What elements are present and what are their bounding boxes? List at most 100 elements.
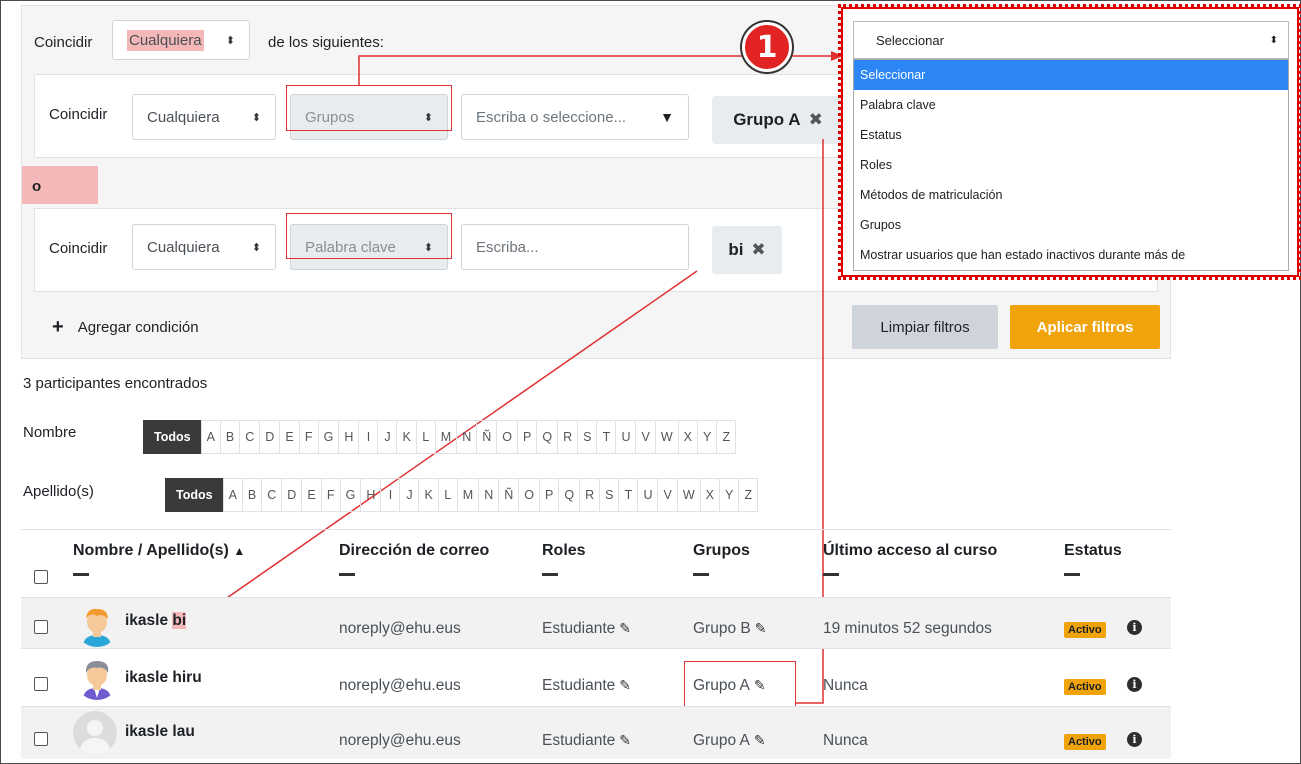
option-enrolment-methods[interactable]: Métodos de matriculación — [854, 180, 1288, 210]
last-name-initial-letter[interactable]: Z — [738, 478, 759, 512]
header-roles[interactable]: Roles — [542, 542, 586, 560]
pencil-icon: ✎ — [619, 677, 631, 693]
user-role[interactable]: Estudiante ✎ — [542, 732, 631, 750]
last-name-initial-letter[interactable]: C — [261, 478, 283, 512]
user-group[interactable]: Grupo A ✎ — [693, 677, 766, 695]
row-checkbox[interactable] — [34, 732, 48, 746]
first-name-initial-letter[interactable]: Q — [536, 420, 559, 454]
filter-type-dropdown[interactable]: Seleccionar ⬍ Seleccionar Palabra clave … — [838, 4, 1301, 280]
last-name-initial-letter[interactable]: D — [281, 478, 303, 512]
last-name-initial-letter[interactable]: S — [599, 478, 620, 512]
option-status[interactable]: Estatus — [854, 120, 1288, 150]
first-name-initial-letter[interactable]: Z — [716, 420, 737, 454]
last-name-initial-letter[interactable]: Q — [558, 478, 581, 512]
info-icon[interactable]: i — [1127, 732, 1142, 747]
row-divider — [21, 648, 1171, 649]
collapse-icon[interactable] — [73, 573, 89, 576]
row-checkbox[interactable] — [34, 620, 48, 634]
last-name-initial-letter[interactable]: Y — [718, 478, 740, 512]
last-name-initial-letter[interactable]: W — [676, 478, 701, 512]
option-inactive[interactable]: Mostrar usuarios que han estado inactivo… — [854, 240, 1288, 270]
header-email[interactable]: Dirección de correo — [339, 542, 489, 560]
last-name-initial-letter[interactable]: O — [518, 478, 540, 512]
last-name-initial-letter[interactable]: M — [456, 478, 480, 512]
first-name-initial-letter[interactable]: P — [517, 420, 538, 454]
first-name-initial-letter[interactable]: Y — [696, 420, 718, 454]
user-role[interactable]: Estudiante ✎ — [542, 677, 631, 695]
user-email: noreply@ehu.eus — [339, 732, 461, 749]
option-groups[interactable]: Grupos — [854, 210, 1288, 240]
first-name-initial-letter[interactable]: T — [596, 420, 617, 454]
user-avatar-icon — [75, 603, 119, 647]
collapse-icon[interactable] — [693, 573, 709, 576]
first-name-initial-letter[interactable]: U — [615, 420, 637, 454]
first-name-initial-letter[interactable]: L — [415, 420, 436, 454]
last-name-initial-letter[interactable]: V — [657, 478, 678, 512]
first-name-initial-letter[interactable]: D — [259, 420, 281, 454]
select-all-checkbox[interactable] — [34, 570, 48, 584]
first-name-initial-letter[interactable]: X — [677, 420, 698, 454]
first-name-initial-letter[interactable]: O — [496, 420, 518, 454]
header-name[interactable]: Nombre / Apellido(s) ▲ — [73, 542, 245, 560]
last-name-initial-letter[interactable]: T — [618, 478, 639, 512]
first-name-initial-letter[interactable]: W — [654, 420, 679, 454]
user-name[interactable]: ikasle lau — [125, 723, 195, 741]
first-name-initial-letter[interactable]: S — [577, 420, 598, 454]
first-name-initial-letter[interactable]: E — [279, 420, 300, 454]
last-name-initial-all[interactable]: Todos — [165, 478, 224, 512]
first-name-initial-letter[interactable]: C — [239, 420, 261, 454]
first-name-initial-letter[interactable]: B — [219, 420, 241, 454]
user-group[interactable]: Grupo A ✎ — [693, 732, 766, 750]
collapse-icon[interactable] — [823, 573, 839, 576]
last-name-initial-letter[interactable]: E — [301, 478, 322, 512]
first-name-initial-letter[interactable]: G — [317, 420, 340, 454]
last-name-initial-letter[interactable]: Ñ — [498, 478, 520, 512]
last-name-initial-letter[interactable]: P — [539, 478, 560, 512]
first-name-initial-letter[interactable]: R — [557, 420, 579, 454]
pencil-icon: ✎ — [753, 732, 766, 748]
first-name-initial-letter[interactable]: Ñ — [476, 420, 498, 454]
first-name-initial-letter[interactable]: J — [377, 420, 398, 454]
last-name-initial-letter[interactable]: N — [478, 478, 500, 512]
last-name-initial-letter[interactable]: U — [637, 478, 659, 512]
filter-type-select[interactable]: Seleccionar ⬍ — [853, 21, 1289, 59]
last-name-initial-letter[interactable]: F — [320, 478, 341, 512]
last-name-initial-letter[interactable]: J — [399, 478, 420, 512]
last-name-initial-letter[interactable]: X — [699, 478, 720, 512]
option-keyword[interactable]: Palabra clave — [854, 90, 1288, 120]
option-select[interactable]: Seleccionar — [854, 60, 1288, 90]
option-roles[interactable]: Roles — [854, 150, 1288, 180]
user-group[interactable]: Grupo B ✎ — [693, 620, 766, 638]
last-name-initial-letter[interactable]: H — [360, 478, 382, 512]
last-name-initial-letter[interactable]: R — [579, 478, 601, 512]
collapse-icon[interactable] — [1064, 573, 1080, 576]
info-icon[interactable]: i — [1127, 677, 1142, 692]
first-name-initial-letter[interactable]: A — [200, 420, 221, 454]
user-name[interactable]: ikasle hiru — [125, 669, 202, 687]
last-name-initial-letter[interactable]: A — [222, 478, 243, 512]
first-name-initial-letter[interactable]: I — [358, 420, 379, 454]
user-role[interactable]: Estudiante ✎ — [542, 620, 631, 638]
first-name-initial-letter[interactable]: F — [298, 420, 319, 454]
header-last-access[interactable]: Último acceso al curso — [823, 542, 997, 560]
last-name-initial-letter[interactable]: K — [418, 478, 439, 512]
collapse-icon[interactable] — [542, 573, 558, 576]
first-name-initial-letter[interactable]: K — [396, 420, 417, 454]
user-name[interactable]: ikasle bi — [125, 612, 187, 630]
first-name-initial-letter[interactable]: N — [456, 420, 478, 454]
first-name-initial-letter[interactable]: M — [434, 420, 458, 454]
info-icon[interactable]: i — [1127, 620, 1142, 635]
row-checkbox[interactable] — [34, 677, 48, 691]
status-badge: Activo — [1064, 679, 1106, 695]
last-name-initial-letter[interactable]: L — [437, 478, 458, 512]
header-status[interactable]: Estatus — [1064, 542, 1122, 560]
last-name-initial-letter[interactable]: I — [380, 478, 401, 512]
first-name-initial-all[interactable]: Todos — [143, 420, 202, 454]
last-name-label: Apellido(s) — [23, 483, 94, 500]
header-groups[interactable]: Grupos — [693, 542, 750, 560]
collapse-icon[interactable] — [339, 573, 355, 576]
first-name-initial-letter[interactable]: V — [635, 420, 656, 454]
last-name-initial-letter[interactable]: G — [339, 478, 362, 512]
last-name-initial-letter[interactable]: B — [241, 478, 263, 512]
first-name-initial-letter[interactable]: H — [338, 420, 360, 454]
